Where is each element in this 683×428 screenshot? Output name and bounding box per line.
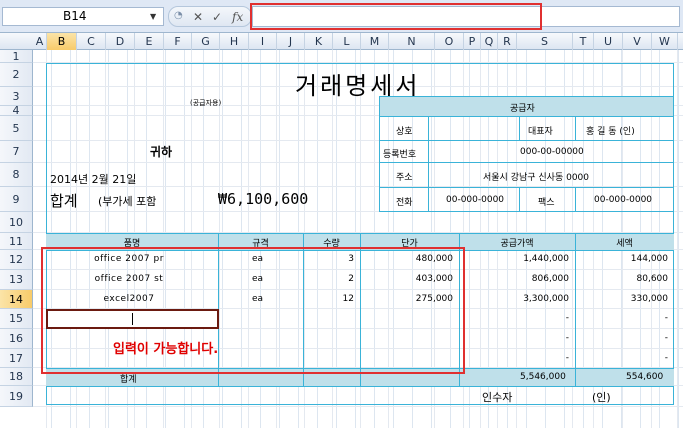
total-label: 합계 [50,192,78,210]
supplier-rep-label: 대표자 [528,127,553,137]
row-header-5[interactable]: 5 [0,116,33,141]
sum-tax: 554,600 [626,372,664,382]
supplier-rep-value: 홍 길 동 (인) [586,127,635,137]
supplier-fax-label: 팩스 [538,198,555,208]
row-header-8[interactable]: 8 [0,163,33,187]
row-header-12[interactable]: 12 [0,250,33,270]
row-header-9[interactable]: 9 [0,187,33,212]
column-header-q[interactable]: Q [481,33,498,50]
table-cell-tax[interactable]: 330,000 [575,294,668,304]
row-header-11[interactable]: 11 [0,233,33,250]
supplier-header: 공급자 [510,104,535,114]
insert-function-button[interactable]: fx [232,10,243,24]
vat-note: (부가세 포함 [98,195,157,208]
table-cell-tax[interactable]: - [575,313,668,323]
row-header-17[interactable]: 17 [0,349,33,368]
column-header-p[interactable]: P [464,33,481,50]
formula-bar: B14 ▼ ◔ ✕ ✓ fx [0,0,683,33]
column-header-a[interactable]: A [33,33,47,50]
row-header-14[interactable]: 14 [0,290,33,309]
table-cell-supply[interactable]: 806,000 [459,274,569,284]
cancel-button[interactable]: ✕ [193,10,203,24]
column-header-e[interactable]: E [135,33,164,50]
supplier-addr-value: 서울시 강남구 신사동 0000 [483,173,590,183]
column-header-w[interactable]: W [652,33,678,50]
enter-button[interactable]: ✓ [212,10,222,24]
column-header-m[interactable]: M [361,33,389,50]
total-amount: ₩6,100,600 [218,190,309,208]
column-header-s[interactable]: S [517,33,573,50]
recipient-note: (공급자용) [190,99,222,107]
row-header-7[interactable]: 7 [0,141,33,163]
to-label: 귀하 [150,145,173,159]
receiver-label: 인수자 [482,391,513,404]
annotation-text: 입력이 가능합니다. [113,342,219,357]
supplier-tel-value: 00-000-0000 [446,195,505,205]
column-header-v[interactable]: V [623,33,652,50]
column-header-j[interactable]: J [277,33,305,50]
column-header-u[interactable]: U [594,33,623,50]
supplier-name-label: 상호 [396,127,413,137]
name-box-value: B14 [63,9,87,23]
column-header-n[interactable]: N [389,33,435,50]
formula-buttons: ◔ ✕ ✓ fx [168,6,252,27]
column-header-o[interactable]: O [435,33,464,50]
column-header-g[interactable]: G [192,33,220,50]
row-header-1[interactable]: 1 [0,50,33,63]
column-header-d[interactable]: D [106,33,135,50]
receiver-seal: (인) [592,391,611,404]
row-header-13[interactable]: 13 [0,270,33,290]
table-cell-supply[interactable]: 3,300,000 [459,294,569,304]
column-header-f[interactable]: F [164,33,192,50]
column-header-c[interactable]: C [77,33,106,50]
column-header-b[interactable]: B [47,33,77,50]
expand-icon[interactable]: ◔ [174,10,183,21]
table-cell-supply[interactable]: - [459,333,569,343]
annotation-box [41,247,465,374]
table-cell-tax[interactable]: - [575,333,668,343]
row-header-19[interactable]: 19 [0,386,33,407]
table-cell-supply[interactable]: - [459,353,569,363]
column-header-r[interactable]: R [498,33,517,50]
name-box[interactable]: B14 [2,7,164,26]
column-header-k[interactable]: K [305,33,333,50]
table-cell-tax[interactable]: 144,000 [575,254,668,264]
row-header-10[interactable]: 10 [0,212,33,233]
table-header-5: 세액 [616,239,633,249]
supplier-addr-label: 주소 [396,173,413,183]
row-header-15[interactable]: 15 [0,309,33,329]
supplier-regno-label: 등록번호 [383,150,417,160]
table-cell-supply[interactable]: 1,440,000 [459,254,569,264]
column-header-t[interactable]: T [573,33,594,50]
column-header-h[interactable]: H [220,33,249,50]
row-header-2[interactable]: 2 [0,63,33,87]
sum-supply: 5,546,000 [520,372,566,382]
table-cell-tax[interactable]: 80,600 [575,274,669,284]
table-cell-supply[interactable]: - [459,313,569,323]
table-cell-tax[interactable]: - [575,353,668,363]
row-header-16[interactable]: 16 [0,329,33,349]
table-header-4: 공급가액 [500,239,534,249]
column-headers: ABCDEFGHIJKLMNOPQRSTUVW [0,33,683,50]
supplier-fax-value: 00-000-0000 [594,195,653,205]
invoice-date: 2014년 2월 21일 [50,173,137,186]
chevron-down-icon[interactable]: ▼ [150,12,156,21]
column-header-i[interactable]: I [249,33,277,50]
supplier-tel-label: 전화 [396,198,413,208]
row-header-18[interactable]: 18 [0,368,33,386]
formula-highlight-box [250,3,542,30]
column-header-l[interactable]: L [333,33,361,50]
supplier-regno-value: 000-00-00000 [520,147,584,157]
row-header-4[interactable]: 4 [0,105,33,116]
